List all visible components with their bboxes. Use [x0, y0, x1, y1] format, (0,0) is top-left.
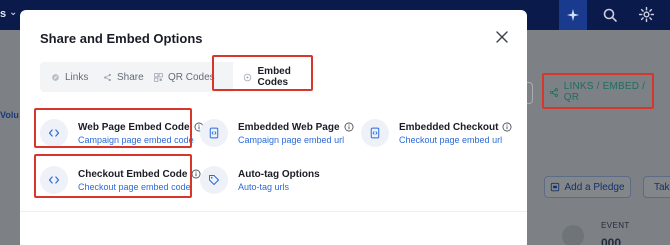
checkout-embed-subtitle: Checkout page embed code [78, 181, 191, 192]
background-left-label: Volu [0, 110, 19, 120]
embedded-web-page-subtitle: Campaign page embed url [238, 134, 345, 145]
tab-embed-codes[interactable]: Embed Codes [233, 61, 321, 93]
info-icon[interactable] [502, 122, 512, 132]
code-icon [40, 166, 68, 194]
code-icon [40, 119, 68, 147]
info-icon[interactable] [344, 122, 354, 132]
tab-share-label: Share [117, 71, 144, 83]
embedded-checkout-title: Embedded Checkout [399, 121, 499, 133]
checkout-embed-code-option[interactable]: Checkout Embed Code Checkout page embed … [40, 162, 201, 198]
close-icon[interactable] [494, 29, 510, 45]
tab-qr-codes[interactable]: QR Codes [153, 62, 215, 92]
chart-icon [562, 225, 584, 245]
search-icon[interactable] [602, 7, 618, 23]
modal-tabs: Links Share QR Codes Embed Codes [40, 61, 321, 93]
web-page-embed-title: Web Page Embed Code [78, 121, 190, 133]
take-label: Take [654, 181, 670, 193]
tab-embed-label: Embed Codes [257, 66, 291, 88]
auto-tag-subtitle: Auto-tag urls [238, 181, 290, 192]
event-label: EVENT [601, 221, 630, 230]
code-small-icon [243, 72, 253, 82]
chevron-down-icon[interactable]: ⌄ [9, 7, 17, 18]
embedded-web-page-option[interactable]: Embedded Web Page Campaign page embed ur… [200, 115, 354, 151]
take-button[interactable]: Take [643, 176, 670, 198]
auto-tag-options-option[interactable]: Auto-tag Options Auto-tag urls [200, 162, 320, 198]
link-icon [50, 72, 60, 82]
code-file-icon [361, 119, 389, 147]
brand-text-fragment: s [0, 8, 7, 20]
tag-icon [200, 166, 228, 194]
embedded-web-page-title: Embedded Web Page [238, 121, 340, 133]
qr-icon [153, 72, 163, 82]
modal-footer-divider [20, 211, 527, 212]
add-pledge-button[interactable]: Add a Pledge [544, 176, 631, 198]
web-page-embed-subtitle: Campaign page embed code [78, 134, 194, 145]
background-button-edge [527, 82, 533, 104]
event-value: 000 [601, 236, 622, 245]
share-embed-modal: Share and Embed Options Links Share QR C… [20, 10, 527, 245]
share-icon [102, 72, 112, 82]
tab-links-label: Links [65, 71, 89, 83]
links-embed-qr-button[interactable]: LINKS / EMBED / QR [542, 73, 654, 109]
share-icon [549, 87, 558, 97]
gear-icon[interactable] [638, 6, 655, 23]
code-file-icon [200, 119, 228, 147]
sparkle-icon [566, 8, 580, 22]
links-embed-qr-label: LINKS / EMBED / QR [563, 81, 646, 103]
modal-title: Share and Embed Options [40, 31, 203, 46]
pledge-icon [551, 182, 560, 192]
ai-assistant-button[interactable] [559, 0, 587, 30]
tab-links[interactable]: Links [50, 62, 88, 92]
embedded-checkout-subtitle: Checkout page embed url [399, 134, 503, 145]
tab-qr-label: QR Codes [168, 71, 215, 83]
auto-tag-title: Auto-tag Options [238, 168, 320, 180]
tab-share[interactable]: Share [102, 62, 144, 92]
web-page-embed-code-option[interactable]: Web Page Embed Code Campaign page embed … [40, 115, 204, 151]
checkout-embed-title: Checkout Embed Code [78, 168, 188, 180]
add-pledge-label: Add a Pledge [564, 181, 625, 193]
embedded-checkout-option[interactable]: Embedded Checkout Checkout page embed ur… [361, 115, 512, 151]
